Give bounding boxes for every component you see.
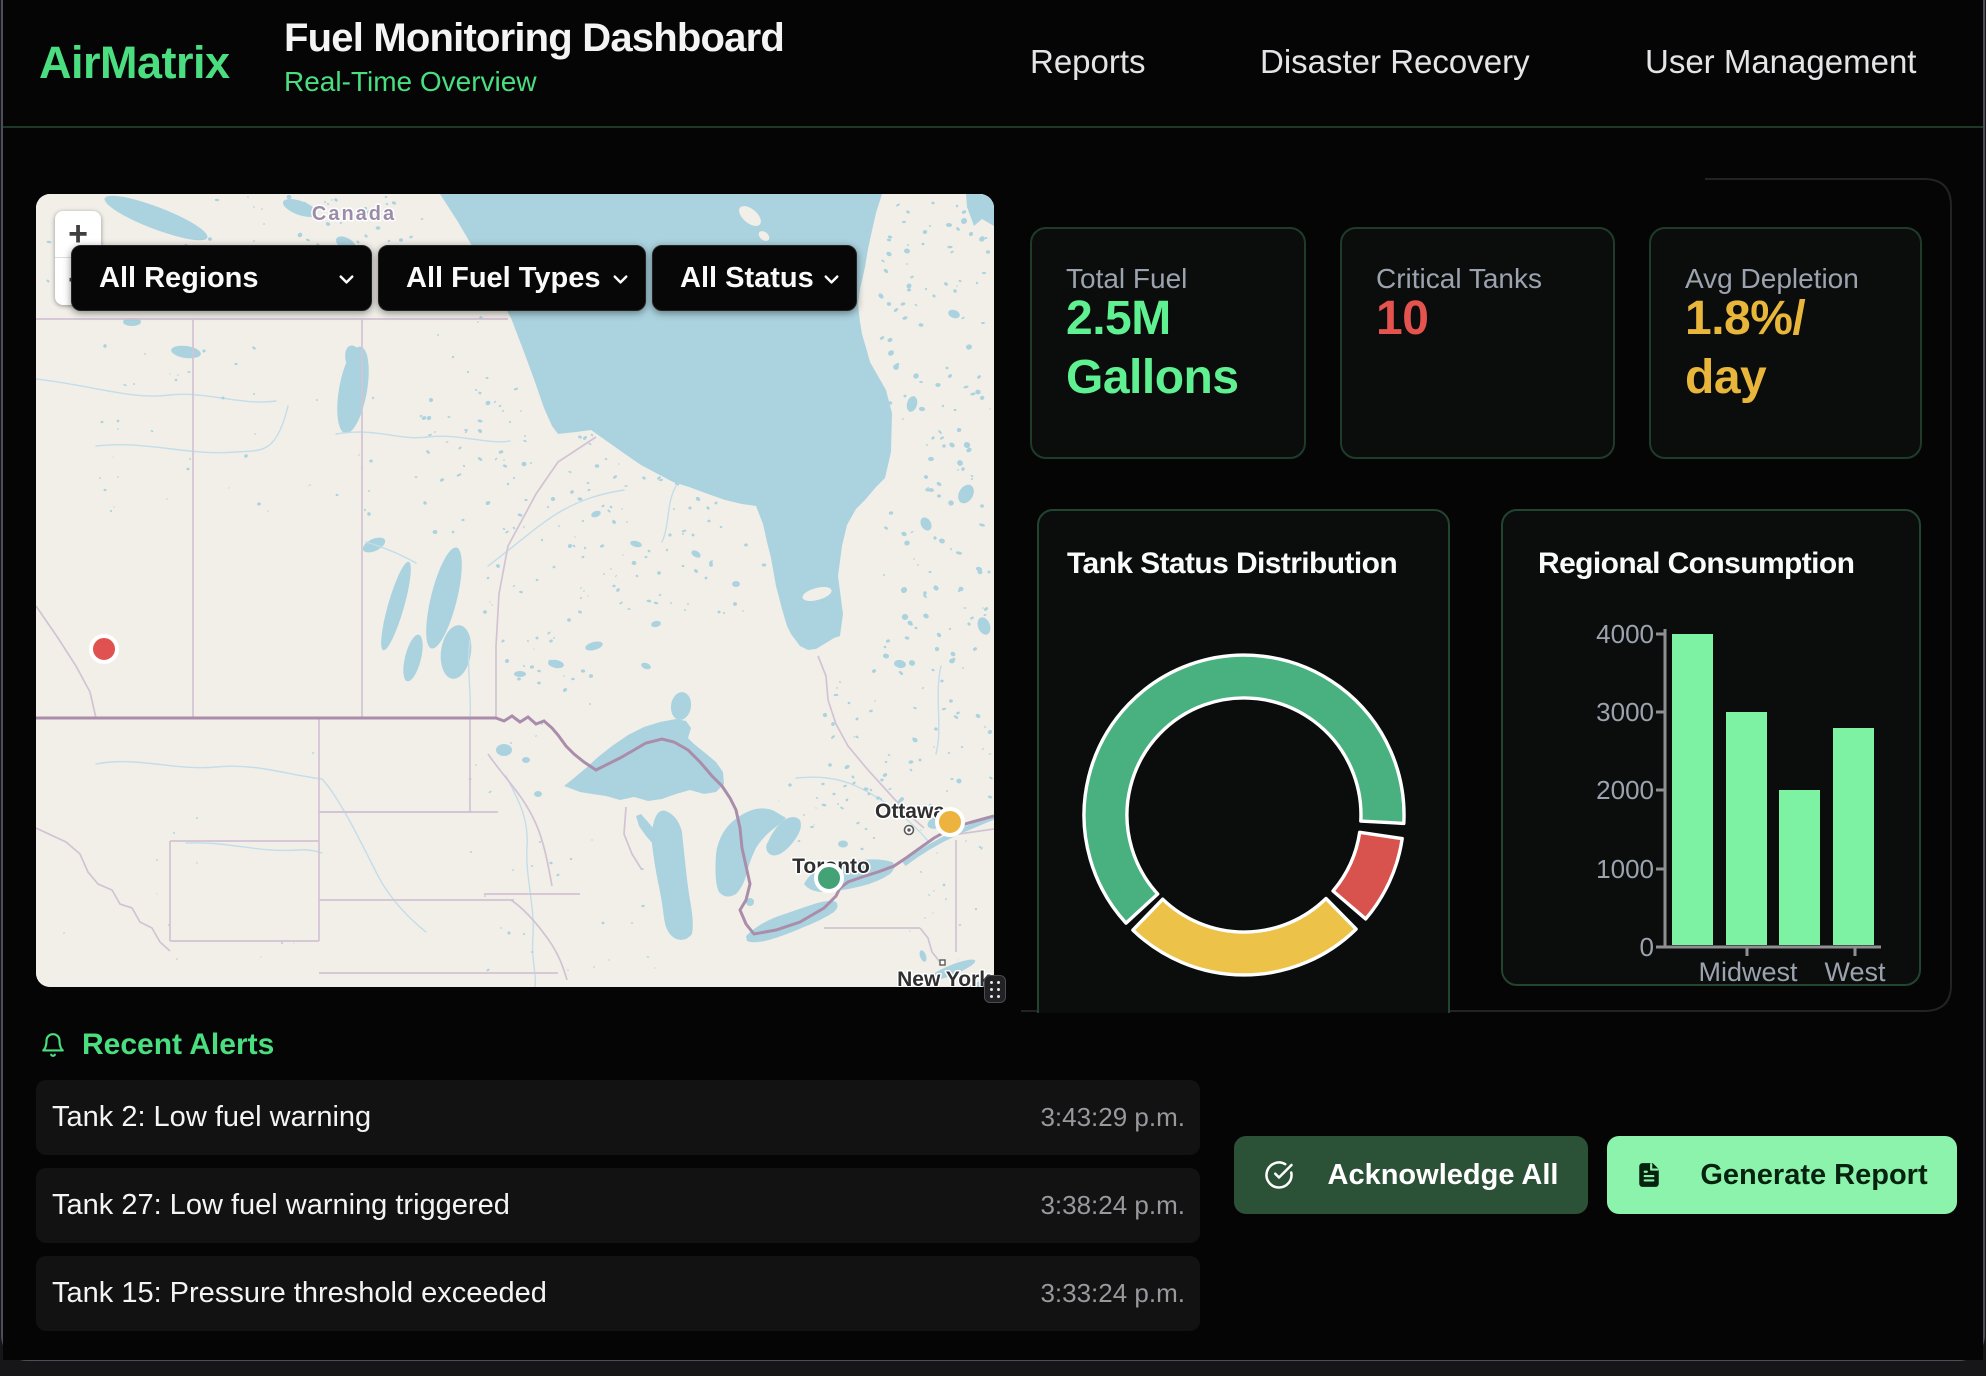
svg-text:Canada: Canada [312,203,396,225]
svg-text:West: West [1824,957,1886,987]
svg-text:4000: 4000 [1596,619,1654,649]
svg-text:New York: New York [897,968,991,987]
svg-text:Midwest: Midwest [1698,957,1798,987]
svg-text:3000: 3000 [1596,697,1654,727]
svg-text:1000: 1000 [1596,854,1654,884]
svg-text:0: 0 [1640,932,1654,962]
svg-text:2000: 2000 [1596,775,1654,805]
